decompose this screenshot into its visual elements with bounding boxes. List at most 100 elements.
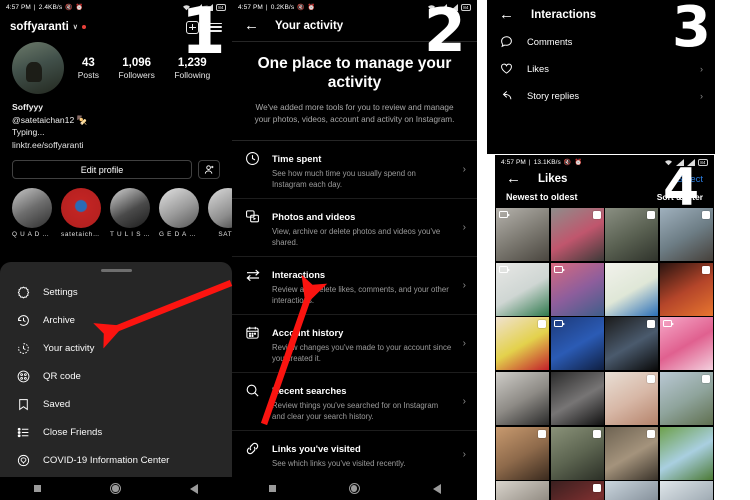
row-title: Account history <box>272 327 344 338</box>
grid-photo-cell[interactable] <box>605 262 659 316</box>
recent-apps-icon[interactable] <box>268 485 276 492</box>
sheet-item-label: QR code <box>43 370 81 382</box>
status-bar-left: 4:57 PM | 0.2KB/s 🔇 ⏰ <box>238 4 315 11</box>
stat-followers-label: Followers <box>118 69 155 80</box>
selection-checkbox[interactable] <box>592 429 601 438</box>
chevron-right-icon: › <box>462 164 466 175</box>
grid-photo-cell[interactable] <box>550 317 604 371</box>
highlight-item[interactable]: SATU <box>208 188 232 238</box>
sheet-item-settings[interactable]: Settings <box>0 278 232 306</box>
status-time: 4:57 PM <box>6 3 31 11</box>
highlight-cover <box>159 188 199 229</box>
stat-posts[interactable]: 43 Posts <box>78 57 99 80</box>
page-title: Interactions <box>531 9 597 21</box>
grid-photo-cell[interactable] <box>605 481 659 500</box>
selection-checkbox[interactable] <box>647 429 656 438</box>
sheet-item-label: Archive <box>43 314 75 326</box>
grid-photo-cell[interactable] <box>605 317 659 371</box>
edit-profile-button[interactable]: Edit profile <box>12 160 192 180</box>
grid-photo-cell[interactable] <box>659 371 713 426</box>
page-title: Likes <box>538 173 568 185</box>
activity-row-recent-searches[interactable]: Recent searches Review things you've sea… <box>232 373 477 431</box>
highlight-cover <box>61 188 101 229</box>
selection-checkbox[interactable] <box>647 320 656 329</box>
avatar[interactable] <box>12 42 64 95</box>
grid-photo-cell[interactable] <box>550 481 604 500</box>
grid-photo-cell[interactable] <box>550 371 604 426</box>
selection-checkbox[interactable] <box>647 211 656 219</box>
highlight-item[interactable]: satetaichan1... <box>61 188 101 238</box>
stat-followers-count: 1,096 <box>122 56 152 69</box>
grid-photo-cell[interactable] <box>496 208 550 262</box>
grid-photo-cell[interactable] <box>550 262 604 316</box>
sheet-item-qr-code[interactable]: QR code <box>0 362 232 390</box>
chevron-right-icon: › <box>462 396 466 407</box>
interactions-row-story-replies[interactable]: Story replies › <box>487 82 715 109</box>
status-separator: | <box>265 3 268 11</box>
username-dropdown[interactable]: soffyaranti ∨ <box>10 21 86 33</box>
profile-bio: Soffyyy @satetaichan12 🍢 Typing... linkt… <box>0 96 232 151</box>
back-arrow-icon[interactable]: ← <box>506 171 521 186</box>
grid-photo-cell[interactable] <box>496 481 550 500</box>
selection-checkbox[interactable] <box>592 484 601 493</box>
selection-checkbox[interactable] <box>702 211 710 219</box>
interactions-label: Comments <box>527 36 573 47</box>
back-arrow-icon[interactable]: ← <box>244 18 259 33</box>
calendar-icon <box>244 323 261 340</box>
grid-photo-cell[interactable] <box>605 371 659 426</box>
highlight-item[interactable]: T U L I S A N <box>110 188 150 238</box>
sheet-item-your-activity[interactable]: Your activity <box>0 334 232 362</box>
home-icon[interactable] <box>348 483 360 494</box>
activity-row-interactions[interactable]: Interactions Review and delete likes, co… <box>232 257 477 315</box>
grid-photo-cell[interactable] <box>605 426 659 480</box>
grid-photo-cell[interactable] <box>659 317 713 371</box>
sheet-item-saved[interactable]: Saved <box>0 390 232 418</box>
interactions-label: Likes <box>527 63 549 74</box>
grid-photo-cell[interactable] <box>659 426 713 480</box>
back-nav-icon[interactable] <box>189 483 198 494</box>
grid-photo-cell[interactable] <box>659 262 713 316</box>
grid-photo-cell[interactable] <box>496 426 550 480</box>
grid-photo-cell[interactable] <box>550 426 604 480</box>
grid-photo-cell[interactable] <box>605 208 659 262</box>
clock-icon <box>244 149 261 166</box>
stat-posts-label: Posts <box>77 69 99 80</box>
sheet-item-close-friends[interactable]: Close Friends <box>0 418 232 446</box>
selection-checkbox[interactable] <box>647 374 656 383</box>
sheet-item-label: Settings <box>43 286 78 298</box>
selection-checkbox[interactable] <box>702 374 710 383</box>
selection-checkbox[interactable] <box>538 320 547 329</box>
highlight-label: Q U A D Z ♥ <box>12 231 52 239</box>
grid-photo-cell[interactable] <box>659 481 713 500</box>
highlight-label: SATU <box>218 231 232 239</box>
back-arrow-icon[interactable]: ← <box>499 7 514 22</box>
highlight-item[interactable]: Q U A D Z ♥ <box>12 188 52 238</box>
sheet-item-archive[interactable]: Archive <box>0 306 232 334</box>
sheet-item-covid-info[interactable]: COVID-19 Information Center <box>0 446 232 474</box>
row-title: Photos and videos <box>272 211 356 222</box>
stat-followers[interactable]: 1,096 Followers <box>118 57 154 80</box>
activity-row-photos-and-videos[interactable]: Photos and videos View, archive or delet… <box>232 199 477 257</box>
selection-checkbox[interactable] <box>592 211 601 219</box>
row-text: Links you've visited See which links you… <box>272 439 452 470</box>
grid-photo-cell[interactable] <box>496 371 550 426</box>
activity-row-account-history[interactable]: Account history Review changes you've ma… <box>232 315 477 373</box>
add-person-icon[interactable] <box>198 160 220 180</box>
home-icon[interactable] <box>109 483 121 494</box>
recent-apps-icon[interactable] <box>34 485 42 492</box>
row-desc: Review things you've searched for on Ins… <box>272 401 439 421</box>
hero-body: We've added more tools for you to review… <box>254 103 455 124</box>
grid-photo-cell[interactable] <box>550 208 604 262</box>
activity-row-time-spent[interactable]: Time spent See how much time you usually… <box>232 141 477 199</box>
back-nav-icon[interactable] <box>432 483 441 494</box>
highlight-item[interactable]: G E D A N G <box>159 188 199 238</box>
sheet-grabber[interactable] <box>100 269 132 272</box>
bio-link[interactable]: linktr.ee/soffyaranti <box>12 139 220 152</box>
selection-checkbox[interactable] <box>702 265 710 274</box>
grid-photo-cell[interactable] <box>496 262 550 316</box>
selection-checkbox[interactable] <box>538 429 547 438</box>
sheet-item-label: Saved <box>43 398 71 410</box>
grid-photo-cell[interactable] <box>496 317 550 371</box>
activity-row-links-visited[interactable]: Links you've visited See which links you… <box>232 431 477 479</box>
reel-video-icon <box>662 320 674 328</box>
